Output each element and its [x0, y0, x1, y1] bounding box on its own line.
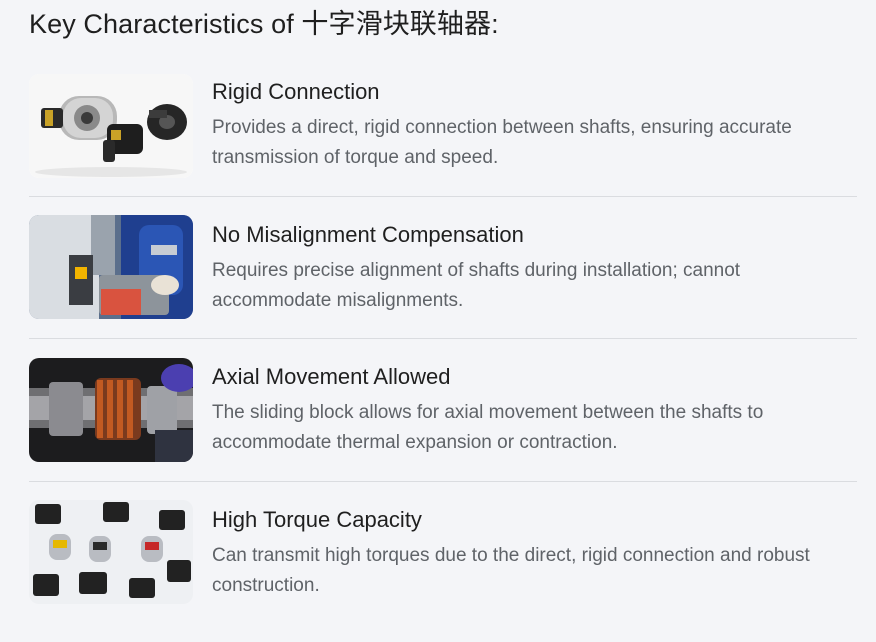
technician-alignment-photo-icon[interactable]: [29, 215, 193, 319]
item-title: Rigid Connection: [212, 79, 380, 104]
divider: [29, 338, 857, 339]
item-description: The sliding block allows for axial movem…: [212, 402, 764, 453]
characteristics-panel: Key Characteristics of 十字滑块联轴器: Rigid Co…: [0, 0, 876, 642]
item-description: Provides a direct, rigid connection betw…: [212, 117, 792, 168]
shaft-coupling-assembly-photo-icon[interactable]: [29, 358, 193, 462]
section-heading: Key Characteristics of 十字滑块联轴器:: [29, 9, 499, 39]
item-title: No Misalignment Compensation: [212, 222, 524, 247]
item-title: High Torque Capacity: [212, 507, 422, 532]
divider: [29, 196, 857, 197]
item-description: Requires precise alignment of shafts dur…: [212, 260, 741, 311]
item-description: Can transmit high torques due to the dir…: [212, 545, 810, 596]
item-title: Axial Movement Allowed: [212, 364, 451, 389]
coupling-collection-photo-icon[interactable]: [29, 500, 193, 604]
divider: [29, 481, 857, 482]
coupling-parts-photo-icon[interactable]: [29, 74, 193, 178]
